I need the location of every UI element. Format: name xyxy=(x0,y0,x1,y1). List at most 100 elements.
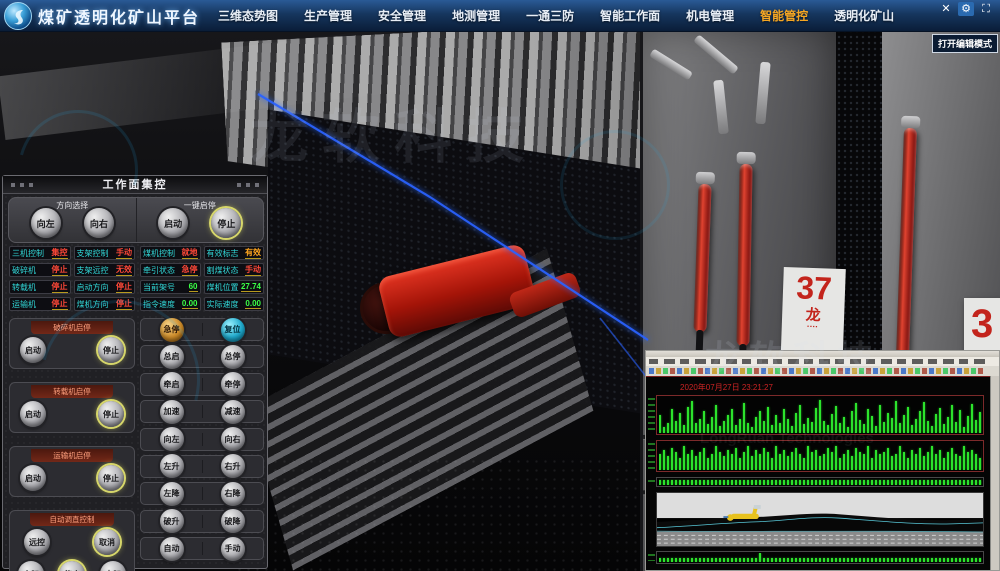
machine-button-停止[interactable]: 停止 xyxy=(98,465,124,491)
chart-bar xyxy=(963,480,965,485)
machine-section-title: 转载机启停 xyxy=(31,385,112,398)
nav-item-6[interactable]: 智能工作面 xyxy=(600,7,660,24)
chart-bar xyxy=(759,411,761,433)
chart-bar xyxy=(683,425,685,433)
chart-bar xyxy=(795,480,797,485)
chart-bar xyxy=(975,558,977,562)
machine-section: 破碎机启停启动停止 xyxy=(9,318,135,369)
pair-button-右降[interactable]: 右降 xyxy=(221,482,245,506)
nav-item-8[interactable]: 智能管控 xyxy=(760,7,808,24)
pair-button-急停[interactable]: 急停 xyxy=(160,318,184,342)
status-grid-right: 煤机控制就地有效标志有效牵引状态急停割煤状态手动当前架号60煤机位置27.74指… xyxy=(140,246,264,311)
chart-bar xyxy=(659,454,661,470)
pair-button-自动[interactable]: 自动 xyxy=(160,537,184,561)
chart-bar xyxy=(943,424,945,433)
chart-bar xyxy=(971,404,973,433)
chart-bar xyxy=(843,417,845,433)
pair-button-复位[interactable]: 复位 xyxy=(221,318,245,342)
nav-utility-icons: ✕ ⚙ ⛶ xyxy=(938,0,994,16)
chart-bar xyxy=(779,480,781,485)
fullscreen-icon[interactable]: ⛶ xyxy=(978,2,994,16)
window-toolbar[interactable] xyxy=(646,366,999,376)
nav-item-2[interactable]: 生产管理 xyxy=(304,7,352,24)
chart-bar xyxy=(899,446,901,470)
chart-bar xyxy=(719,480,721,485)
pair-button-总启[interactable]: 总启 xyxy=(160,345,184,369)
chart-bar xyxy=(971,558,973,562)
pair-button-破降[interactable]: 破降 xyxy=(221,509,245,533)
nav-item-9[interactable]: 透明化矿山 xyxy=(834,7,894,24)
chart-bar xyxy=(735,480,737,485)
gear-icon[interactable]: ⚙ xyxy=(958,2,974,16)
pair-button-加速[interactable]: 加速 xyxy=(160,400,184,424)
auto-button-远控[interactable]: 远控 xyxy=(24,529,50,555)
chart-bar xyxy=(687,407,689,433)
chart-bar xyxy=(747,480,749,485)
pair-button-右升[interactable]: 右升 xyxy=(221,454,245,478)
auto-button-停止[interactable]: 停止 xyxy=(59,561,85,571)
chart-bar xyxy=(815,408,817,433)
machine-button-启动[interactable]: 启动 xyxy=(20,465,46,491)
status-value: 无效 xyxy=(116,264,132,276)
chart-bar xyxy=(731,558,733,562)
nav-item-7[interactable]: 机电管理 xyxy=(686,7,734,24)
chart-bar xyxy=(899,480,901,485)
shearer-monitor-window[interactable]: 2020年07月27日 23:21:27 xyxy=(645,350,1000,571)
pair-button-手动[interactable]: 手动 xyxy=(221,537,245,561)
chart-bar xyxy=(959,456,961,470)
chart-bar xyxy=(743,452,745,470)
chart-bar xyxy=(675,452,677,470)
pair-button-总停[interactable]: 总停 xyxy=(221,345,245,369)
chart-bar xyxy=(923,456,925,470)
nav-item-3[interactable]: 安全管理 xyxy=(378,7,426,24)
pair-button-左升[interactable]: 左升 xyxy=(160,454,184,478)
auto-button-大架[interactable]: 大架 xyxy=(100,561,126,571)
group-button-启动[interactable]: 启动 xyxy=(158,208,188,238)
pair-button-牵启[interactable]: 牵启 xyxy=(160,372,184,396)
pair-button-破升[interactable]: 破升 xyxy=(160,509,184,533)
chart-bar xyxy=(711,417,713,433)
group-label: 一键启停 xyxy=(137,200,264,211)
chart-bar xyxy=(871,480,873,485)
group-button-向左[interactable]: 向左 xyxy=(31,208,61,238)
auto-button-取消[interactable]: 取消 xyxy=(94,529,120,555)
status-cell-left: 转载机停止 xyxy=(9,280,71,294)
pair-button-左降[interactable]: 左降 xyxy=(160,482,184,506)
machine-button-停止[interactable]: 停止 xyxy=(98,337,124,363)
chart-bar xyxy=(915,454,917,470)
nav-item-5[interactable]: 一通三防 xyxy=(526,7,574,24)
chart-bar xyxy=(835,480,837,485)
window-scrollbar[interactable] xyxy=(990,376,999,570)
chart-bar xyxy=(931,426,933,433)
chart-bar xyxy=(855,403,857,433)
group-button-停止[interactable]: 停止 xyxy=(211,208,241,238)
auto-button-小架[interactable]: 小架 xyxy=(18,561,44,571)
machine-button-启动[interactable]: 启动 xyxy=(20,401,46,427)
nav-item-1[interactable]: 三维态势图 xyxy=(218,7,278,24)
status-value: 停止 xyxy=(52,281,68,293)
status-cell-right: 煤机位置27.74 xyxy=(204,280,265,294)
group-button-向右[interactable]: 向右 xyxy=(84,208,114,238)
chart-bar xyxy=(759,480,761,485)
machine-button-停止[interactable]: 停止 xyxy=(98,401,124,427)
window-menubar[interactable] xyxy=(646,357,999,366)
dragon-logo-icon[interactable] xyxy=(4,2,32,30)
pair-button-向左[interactable]: 向左 xyxy=(160,427,184,451)
pair-button-牵停[interactable]: 牵停 xyxy=(221,372,245,396)
pair-button-向右[interactable]: 向右 xyxy=(221,427,245,451)
chart-bar xyxy=(775,480,777,485)
open-edit-mode-button[interactable]: 打开编辑模式 xyxy=(932,34,998,53)
chart-bar xyxy=(703,558,705,562)
chart-bar xyxy=(911,450,913,470)
pair-button-减速[interactable]: 减速 xyxy=(221,400,245,424)
nav-menu: 三维态势图 生产管理 安全管理 地测管理 一通三防 智能工作面 机电管理 智能管控 透明化矿山 xyxy=(218,7,938,24)
chart-bar xyxy=(747,558,749,562)
tools-icon[interactable]: ✕ xyxy=(938,2,954,16)
chart-bar xyxy=(955,454,957,470)
chart-bar xyxy=(679,558,681,562)
chart-bar xyxy=(839,458,841,470)
nav-item-4[interactable]: 地测管理 xyxy=(452,7,500,24)
status-value: 60 xyxy=(189,282,198,292)
machine-button-启动[interactable]: 启动 xyxy=(20,337,46,363)
chart-bar xyxy=(851,456,853,470)
